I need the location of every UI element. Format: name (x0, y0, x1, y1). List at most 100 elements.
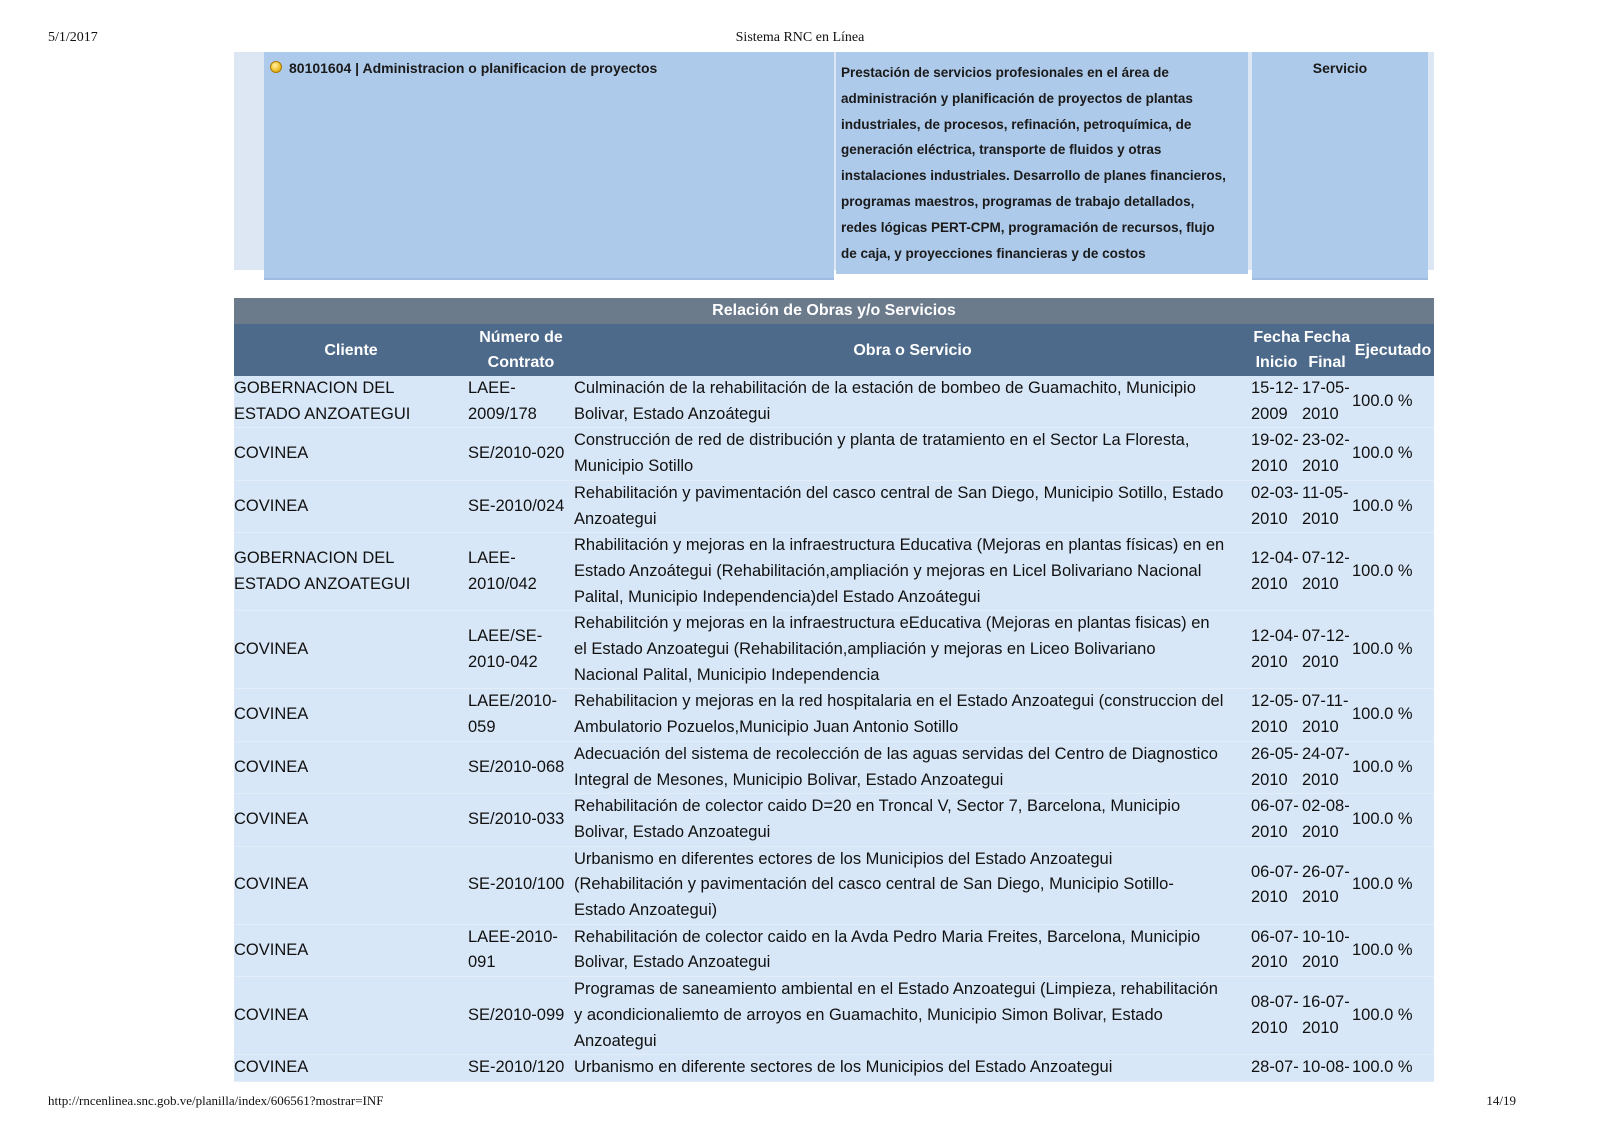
cell-ejecutado: 100.0 % (1352, 976, 1434, 1056)
activity-code-cell: 80101604 | Administracion o planificacio… (264, 52, 834, 278)
header-inicio-line: Inicio (1255, 354, 1298, 371)
cell-cliente-line: GOBERNACION DEL (234, 379, 395, 397)
cell-contrato-line: 2010-042 (468, 652, 538, 671)
cell-cliente: COVINEA (234, 924, 468, 978)
cell-obra-line: Estado Anzoategui) (574, 901, 718, 920)
cell-fecha-inicio-line: 06-07- (1251, 927, 1299, 946)
cell-contrato-line: SE/2010-033 (468, 810, 565, 829)
cell-fecha-inicio-line: 12-04- (1251, 627, 1299, 646)
table-row: COVINEA SE-2010/120 Urbanismo en diferente… (234, 1054, 1434, 1082)
activity-description-line: redes lógicas PERT-CPM, programación de … (841, 219, 1215, 235)
cell-obra-line: Rhabilitación y mejoras en la infraestru… (574, 536, 1225, 555)
cell-obra: Adecuación del sistema de recolección de… (574, 741, 1251, 795)
activity-code-label: 80101604 | Administracion o planificacio… (289, 60, 658, 76)
cell-fecha-final-line: 26-07- (1302, 862, 1350, 881)
cell-ejecutado: 100.0 % (1352, 480, 1434, 534)
cell-cliente-line: ESTADO ANZOATEGUI (234, 574, 411, 593)
cell-contrato: SE/2010-068 (468, 741, 574, 795)
cell-contrato: SE-2010/120 (468, 1054, 574, 1082)
cell-fecha-inicio-line: 2010 (1251, 888, 1288, 907)
cell-obra-line: Anzoategui (574, 509, 657, 528)
cell-fecha-inicio-line: 28-07- (1251, 1058, 1299, 1077)
cell-contrato: LAEE/2010- 059 (468, 688, 574, 742)
print-footer-page-number: 14/19 (1486, 1093, 1516, 1108)
cell-ejecutado: 100.0 % (1352, 846, 1434, 925)
header-fecha-final: Fecha Final (1302, 324, 1352, 376)
cell-fecha-inicio: 12-04- 2010 (1251, 532, 1302, 612)
cell-cliente: COVINEA (234, 976, 468, 1056)
cell-obra-line: Construcción de red de distribución y pl… (574, 431, 1190, 450)
cell-fecha-inicio-line: 2009 (1251, 404, 1288, 423)
cell-ejecutado: 100.0 % (1352, 1054, 1434, 1082)
table-row: COVINEA LAEE/SE- 2010-042 Rehabilitción y m… (234, 610, 1434, 690)
cell-fecha-inicio-line: 12-05- (1251, 692, 1299, 711)
cell-fecha-final-line: 2010 (1302, 1018, 1339, 1037)
activity-description-line: generación eléctrica, transporte de flui… (841, 142, 1162, 158)
table-row: COVINEA LAEE-2010- 091 Rehabilitación de co… (234, 924, 1434, 978)
cell-obra-line: Palital, Municipio Independencia)del Est… (574, 587, 981, 606)
cell-obra-line: el Estado Anzoategui (Rehabilitación,amp… (574, 640, 1156, 659)
cell-fecha-inicio: 06-07- 2010 (1251, 793, 1302, 847)
cell-contrato-line: SE/2010-099 (468, 1005, 565, 1024)
cell-fecha-inicio: 06-07- 2010 (1251, 846, 1302, 925)
cell-fecha-inicio-line: 2010 (1251, 822, 1288, 841)
cell-contrato-line: SE-2010/100 (468, 875, 565, 894)
cell-fecha-inicio: 12-05- 2010 (1251, 688, 1302, 742)
cell-fecha-final-line: 10-08- (1302, 1058, 1350, 1077)
cell-cliente-line: COVINEA (234, 640, 309, 659)
table-row: COVINEA SE/2010-068 Adecuación del sistema… (234, 741, 1434, 795)
cell-fecha-final: 07-11- 2010 (1302, 688, 1352, 742)
cell-contrato: LAEE- 2009/178 (468, 376, 574, 429)
cell-ejecutado: 100.0 % (1352, 376, 1434, 429)
cell-fecha-final: 11-05- 2010 (1302, 480, 1352, 534)
cell-contrato-line: LAEE-2010- (468, 927, 558, 946)
cell-contrato-line: 2010/042 (468, 574, 537, 593)
cell-obra: Rehabilitacion y mejoras en la red hospi… (574, 688, 1251, 742)
cell-fecha-final-line: 2010 (1302, 509, 1339, 528)
header-contrato-line: Número de (479, 329, 563, 346)
cell-cliente: COVINEA (234, 688, 468, 742)
cell-fecha-inicio-line: 2010 (1251, 574, 1288, 593)
cell-cliente-line: COVINEA (234, 940, 309, 959)
cell-obra-line: Nacional Palital, Municipio Independenci… (574, 665, 880, 684)
status-dot-icon (270, 61, 282, 73)
cell-fecha-final-line: 2010 (1302, 770, 1339, 789)
cell-fecha-inicio: 28-07- (1251, 1054, 1302, 1082)
cell-cliente: COVINEA (234, 427, 468, 481)
cell-contrato-line: SE/2010-020 (468, 444, 565, 463)
header-fecha-inicio: Fecha Inicio (1251, 324, 1302, 376)
cell-fecha-final-line: 23-02- (1302, 431, 1350, 450)
cell-obra-line: Rehabilitación y pavimentación del casco… (574, 483, 1224, 502)
cell-obra: Construcción de red de distribución y pl… (574, 427, 1251, 481)
cell-fecha-final: 26-07- 2010 (1302, 846, 1352, 925)
cell-fecha-final-line: 17-05- (1302, 379, 1350, 397)
cell-obra: Rehabilitación y pavimentación del casco… (574, 480, 1251, 534)
cell-obra-line: Estado Anzoátegui (Rehabilitación,amplia… (574, 561, 1202, 580)
cell-contrato-line: SE-2010/024 (468, 496, 565, 515)
cell-obra: Rehabilitación de colector caido en la A… (574, 924, 1251, 978)
cell-fecha-final-line: 2010 (1302, 718, 1339, 737)
cell-fecha-inicio: 26-05- 2010 (1251, 741, 1302, 795)
header-contrato: Número de Contrato (468, 324, 574, 376)
cell-fecha-inicio-line: 06-07- (1251, 862, 1299, 881)
works-table: Relación de Obras y/o Servicios Cliente … (234, 298, 1434, 1082)
table-row: COVINEA SE-2010/100 Urbanismo en diferente… (234, 846, 1434, 925)
table-row: COVINEA SE/2010-033 Rehabilitación de cole… (234, 793, 1434, 847)
cell-obra: Rehabilitación de colector caido D=20 en… (574, 793, 1251, 847)
cell-obra-line: Culminación de la rehabilitación de la e… (574, 379, 1196, 397)
table-row: GOBERNACION DEL ESTADO ANZOATEGUI LAEE- 200… (234, 376, 1434, 429)
cell-fecha-final: 23-02- 2010 (1302, 427, 1352, 481)
cell-cliente: GOBERNACION DEL ESTADO ANZOATEGUI (234, 532, 468, 612)
header-final-line: Fecha (1303, 329, 1351, 346)
cell-fecha-final: 16-07- 2010 (1302, 976, 1352, 1056)
cell-obra-line: Rehabilitción y mejoras en la infraestru… (574, 614, 1210, 633)
table-header-row: Cliente Número de Contrato Obra o Servic… (234, 324, 1434, 376)
cell-fecha-final: 02-08- 2010 (1302, 793, 1352, 847)
cell-fecha-inicio-line: 06-07- (1251, 797, 1299, 816)
cell-obra-line: Urbanismo en diferentes ectores de los M… (574, 849, 1113, 868)
cell-fecha-inicio: 12-04- 2010 (1251, 610, 1302, 690)
cell-fecha-final-line: 11-05- (1302, 483, 1349, 502)
cell-cliente: COVINEA (234, 741, 468, 795)
works-table-container: Relación de Obras y/o Servicios Cliente … (234, 298, 1434, 1082)
cell-contrato: SE/2010-099 (468, 976, 574, 1056)
